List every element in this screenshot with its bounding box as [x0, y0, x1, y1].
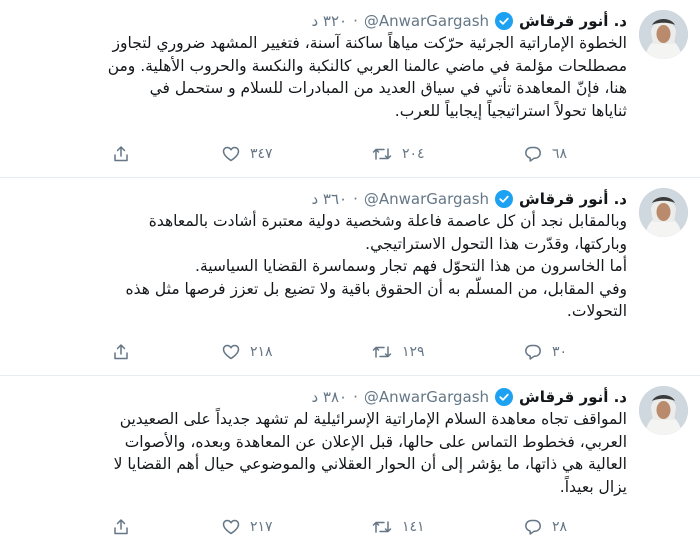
author-handle[interactable]: @AnwarGargash: [364, 12, 489, 30]
reply-button[interactable]: ٦٨: [524, 145, 582, 163]
verified-badge-icon: [495, 388, 514, 406]
author-handle[interactable]: @AnwarGargash: [364, 388, 489, 406]
like-icon: [222, 519, 240, 535]
reply-button[interactable]: ٣٠: [524, 343, 582, 361]
tweet-time[interactable]: ٣٢٠ د: [311, 12, 347, 30]
reply-count: ٦٨: [552, 146, 568, 162]
separator: ·: [353, 190, 358, 208]
like-icon: [222, 146, 240, 162]
avatar[interactable]: [639, 386, 688, 435]
author-name[interactable]: د. أنور قرقاش: [519, 388, 627, 406]
tweet[interactable]: د. أنور قرقاش @AnwarGargash · ٣٢٠ د الخط…: [0, 0, 700, 178]
tweet-time[interactable]: ٣٦٠ د: [311, 190, 347, 208]
like-button[interactable]: ٢١٨: [222, 343, 280, 361]
like-count: ٣٤٧: [250, 146, 273, 162]
author-name[interactable]: د. أنور قرقاش: [519, 12, 627, 30]
like-count: ٢١٧: [250, 519, 273, 535]
retweet-icon: [372, 521, 392, 533]
reply-icon: [525, 146, 541, 162]
tweet-actions: ٢١٨ ١٢٩ ٣٠: [112, 341, 582, 363]
reply-count: ٢٨: [552, 519, 568, 535]
tweet-header: د. أنور قرقاش @AnwarGargash · ٣٢٠ د: [311, 10, 627, 32]
share-button[interactable]: [112, 343, 130, 361]
retweet-count: ١٤١: [402, 519, 425, 535]
reply-count: ٣٠: [552, 344, 568, 360]
separator: ·: [353, 12, 358, 30]
tweet[interactable]: د. أنور قرقاش @AnwarGargash · ٣٦٠ د وبال…: [0, 178, 700, 376]
tweet-time[interactable]: ٣٨٠ د: [311, 388, 347, 406]
retweet-count: ١٢٩: [402, 344, 425, 360]
like-button[interactable]: ٣٤٧: [222, 145, 280, 163]
author-handle[interactable]: @AnwarGargash: [364, 190, 489, 208]
avatar[interactable]: [639, 10, 688, 59]
author-name[interactable]: د. أنور قرقاش: [519, 190, 627, 208]
reply-button[interactable]: ٢٨: [524, 518, 582, 536]
tweet-header: د. أنور قرقاش @AnwarGargash · ٣٦٠ د: [311, 188, 627, 210]
tweet-header: د. أنور قرقاش @AnwarGargash · ٣٨٠ د: [311, 386, 627, 408]
verified-badge-icon: [495, 12, 514, 30]
avatar[interactable]: [639, 188, 688, 237]
retweet-count: ٢٠٤: [402, 146, 425, 162]
tweet-feed: د. أنور قرقاش @AnwarGargash · ٣٢٠ د الخط…: [0, 0, 700, 556]
share-icon: [114, 146, 128, 162]
tweet-text: وبالمقابل نجد أن كل عاصمة فاعلة وشخصية د…: [125, 212, 627, 320]
separator: ·: [353, 388, 358, 406]
tweet[interactable]: د. أنور قرقاش @AnwarGargash · ٣٨٠ د المو…: [0, 376, 700, 556]
tweet-text: الخطوة الإماراتية الجرئية حرّكت مياهاً س…: [107, 34, 627, 120]
tweet-text: المواقف تجاه معاهدة السلام الإماراتية ال…: [113, 410, 627, 496]
reply-icon: [525, 344, 541, 360]
retweet-icon: [372, 148, 392, 160]
share-icon: [114, 519, 128, 535]
tweet-actions: ٣٤٧ ٢٠٤ ٦٨: [112, 143, 582, 165]
retweet-button[interactable]: ٢٠٤: [372, 145, 432, 163]
tweet-actions: ٢١٧ ١٤١ ٢٨: [112, 516, 582, 538]
share-icon: [114, 344, 128, 360]
share-button[interactable]: [112, 518, 130, 536]
like-count: ٢١٨: [250, 344, 273, 360]
reply-icon: [525, 519, 541, 535]
retweet-button[interactable]: ١٤١: [372, 518, 432, 536]
verified-badge-icon: [495, 190, 514, 208]
like-button[interactable]: ٢١٧: [222, 518, 280, 536]
retweet-button[interactable]: ١٢٩: [372, 343, 432, 361]
share-button[interactable]: [112, 145, 130, 163]
retweet-icon: [372, 346, 392, 358]
like-icon: [222, 344, 240, 360]
